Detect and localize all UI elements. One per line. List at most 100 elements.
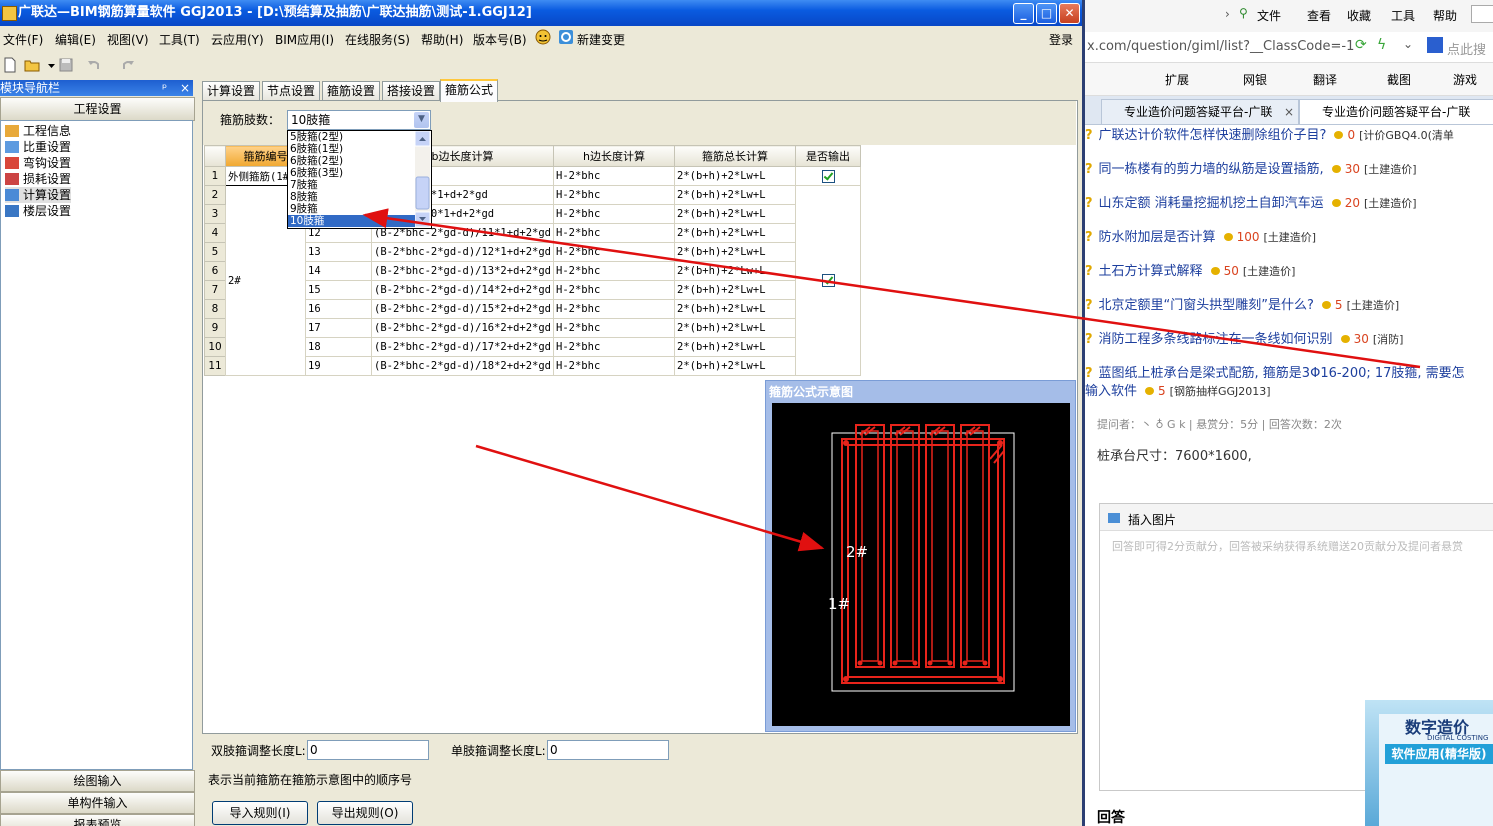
- question-title[interactable]: 广联达计价软件怎样快速删除组价子目?: [1099, 128, 1327, 143]
- question-title[interactable]: 消防工程多条线路标注在一条线如何识别: [1099, 332, 1333, 347]
- single-adjust-input[interactable]: 0: [547, 740, 669, 760]
- maximize-button[interactable]: □: [1036, 3, 1057, 24]
- chevron-down-icon[interactable]: ⌄: [1403, 37, 1413, 51]
- lightning-icon[interactable]: ϟ: [1377, 37, 1386, 53]
- b-length-cell[interactable]: (B-2*bhc-2*gd-d)/17*2+d+2*gd: [370, 337, 555, 357]
- nav-close-icon[interactable]: ×: [180, 80, 190, 96]
- tab-stirrup-settings[interactable]: 箍筋设置: [322, 81, 381, 100]
- question-item[interactable]: ? 山东定额 消耗量挖掘机挖土自卸汽车运 20 [土建造价]: [1085, 192, 1417, 211]
- browser-tab-active[interactable]: 专业造价问题答疑平台-广联×: [1299, 99, 1493, 124]
- menu-bim[interactable]: BIM应用(I): [275, 31, 334, 48]
- face-icon[interactable]: [535, 29, 551, 48]
- login-button[interactable]: 登录: [1049, 31, 1073, 48]
- nav-item-weight[interactable]: 比重设置: [5, 139, 71, 155]
- h-length-cell[interactable]: H-2*bhc: [553, 261, 676, 281]
- question-item-continued[interactable]: 输入软件 5 [钢筋抽样GGJ2013]: [1085, 380, 1271, 399]
- toolbar-bank[interactable]: 网银: [1243, 71, 1267, 88]
- search-engine-icon[interactable]: [1427, 37, 1443, 53]
- menu-view[interactable]: 视图(V): [107, 31, 149, 48]
- h-length-cell[interactable]: H-2*bhc: [553, 166, 676, 186]
- question-item[interactable]: ? 北京定额里“门窗头拱型雕刻”是什么? 5 [土建造价]: [1085, 294, 1399, 313]
- question-item[interactable]: ? 消防工程多条线路标注在一条线如何识别 30 [消防]: [1085, 328, 1403, 347]
- dropdown-option[interactable]: 5肢箍(2型): [290, 131, 343, 143]
- question-category[interactable]: [土建造价]: [1347, 299, 1400, 312]
- output-cell[interactable]: [795, 185, 862, 376]
- nav-single-component[interactable]: 单构件输入: [0, 792, 195, 814]
- nav-report-preview[interactable]: 报表预览: [0, 814, 195, 826]
- question-item[interactable]: ? 广联达计价软件怎样快速删除组价子目? 0 [计价GBQ4.0(清单: [1085, 124, 1454, 143]
- question-category[interactable]: [计价GBQ4.0(清单: [1359, 129, 1454, 142]
- total-length-cell[interactable]: 2*(b+h)+2*Lw+L: [674, 280, 797, 300]
- image-icon[interactable]: [1108, 513, 1120, 523]
- h-length-cell[interactable]: H-2*bhc: [553, 318, 676, 338]
- menu-file[interactable]: 文件(F): [3, 31, 43, 48]
- question-title[interactable]: 土石方计算式解释: [1099, 264, 1203, 279]
- pin-icon[interactable]: ᵖ: [162, 80, 167, 96]
- menu-new-change[interactable]: 新建变更: [577, 31, 625, 48]
- b-length-cell[interactable]: (B-2*bhc-2*gd-d)/16*2+d+2*gd: [370, 318, 555, 338]
- position-cell[interactable]: 18: [305, 337, 372, 357]
- refresh-icon[interactable]: ⟳: [1355, 37, 1367, 53]
- output-checkbox[interactable]: [821, 274, 835, 287]
- tab-node-settings[interactable]: 节点设置: [262, 81, 321, 100]
- menu-edit[interactable]: 编辑(E): [55, 31, 96, 48]
- import-rules-button[interactable]: 导入规则(I): [212, 801, 308, 825]
- h-length-cell[interactable]: H-2*bhc: [553, 204, 676, 224]
- total-length-cell[interactable]: 2*(b+h)+2*Lw+L: [674, 318, 797, 338]
- browser-tab[interactable]: 专业造价问题答疑平台-广联 ×: [1101, 99, 1299, 124]
- position-cell[interactable]: 14: [305, 261, 372, 281]
- dropdown-option[interactable]: 6肢箍(1型): [290, 143, 343, 155]
- position-cell[interactable]: 19: [305, 356, 372, 376]
- tab-calc-settings[interactable]: 计算设置: [202, 81, 261, 100]
- question-title-tail[interactable]: 输入软件: [1085, 384, 1137, 399]
- position-cell[interactable]: 17: [305, 318, 372, 338]
- total-length-cell[interactable]: 2*(b+h)+2*Lw+L: [674, 299, 797, 319]
- title-bar[interactable]: 广联达—BIM钢筋算量软件 GGJ2013 - [D:\预结算及抽筋\广联达抽筋…: [0, 0, 1082, 26]
- toolbar-translate[interactable]: 翻译: [1313, 71, 1337, 88]
- h-length-cell[interactable]: H-2*bhc: [553, 280, 676, 300]
- double-adjust-input[interactable]: 0: [307, 740, 429, 760]
- browser-menu-view[interactable]: 查看: [1307, 7, 1331, 24]
- question-item[interactable]: ? 防水附加层是否计算 100 [土建造价]: [1085, 226, 1316, 245]
- h-length-cell[interactable]: H-2*bhc: [553, 223, 676, 243]
- nav-item-project-info[interactable]: 工程信息: [5, 123, 71, 139]
- column-header-h-length[interactable]: h边长度计算: [553, 145, 676, 167]
- position-cell[interactable]: 16: [305, 299, 372, 319]
- browser-settings-icon[interactable]: [1471, 5, 1493, 23]
- minimize-button[interactable]: _: [1013, 3, 1034, 24]
- h-length-cell[interactable]: H-2*bhc: [553, 242, 676, 262]
- menu-version[interactable]: 版本号(B): [473, 31, 527, 48]
- undo-icon[interactable]: [86, 57, 102, 73]
- dropdown-option[interactable]: 6肢箍(3型): [290, 167, 343, 179]
- question-item[interactable]: ? 蓝图纸上桩承台是梁式配筋, 箍筋是3Φ16-200; 17肢箍, 需要怎: [1085, 362, 1465, 381]
- b-length-cell[interactable]: (B-2*bhc-2*gd-d)/13*2+d+2*gd: [370, 261, 555, 281]
- total-length-cell[interactable]: 2*(b+h)+2*Lw+L: [674, 337, 797, 357]
- h-length-cell[interactable]: H-2*bhc: [553, 356, 676, 376]
- browser-menu-tools[interactable]: 工具: [1391, 7, 1415, 24]
- close-button[interactable]: ✕: [1059, 3, 1080, 24]
- question-category[interactable]: [土建造价]: [1243, 265, 1296, 278]
- h-length-cell[interactable]: H-2*bhc: [553, 337, 676, 357]
- b-length-cell[interactable]: (B-2*bhc-2*gd-d)/12*1+d+2*gd: [370, 242, 555, 262]
- tab-stirrup-formula[interactable]: 箍筋公式: [440, 79, 499, 102]
- browser-menu-file[interactable]: 文件: [1257, 7, 1281, 24]
- search-input[interactable]: 点此搜: [1447, 39, 1486, 58]
- toolbar-screenshot[interactable]: 截图: [1387, 71, 1411, 88]
- total-length-cell[interactable]: 2*(b+h)+2*Lw+L: [674, 166, 797, 186]
- b-length-cell[interactable]: (B-2*bhc-2*gd-d)/14*2+d+2*gd: [370, 280, 555, 300]
- dropdown-option-selected[interactable]: 10肢箍: [288, 215, 418, 227]
- dropdown-option[interactable]: 8肢箍: [290, 191, 318, 203]
- menu-tools[interactable]: 工具(T): [159, 31, 200, 48]
- toolbar-extensions[interactable]: 扩展: [1165, 71, 1189, 88]
- total-length-cell[interactable]: 2*(b+h)+2*Lw+L: [674, 356, 797, 376]
- question-title[interactable]: 同一栋楼有的剪力墙的纵筋是设置插筋,: [1099, 162, 1324, 177]
- h-length-cell[interactable]: H-2*bhc: [553, 299, 676, 319]
- dropdown-scrollbar[interactable]: [414, 130, 431, 228]
- user-icon[interactable]: ⚲: [1239, 6, 1248, 20]
- toolbar-games[interactable]: 游戏: [1453, 71, 1477, 88]
- stirrup-limbs-select[interactable]: 10肢箍 ▼: [287, 110, 431, 130]
- menu-help[interactable]: 帮助(H): [421, 31, 463, 48]
- tab-close-icon[interactable]: ×: [1284, 100, 1294, 124]
- question-category[interactable]: [消防]: [1373, 333, 1404, 346]
- tab-lap-settings[interactable]: 搭接设置: [382, 81, 441, 100]
